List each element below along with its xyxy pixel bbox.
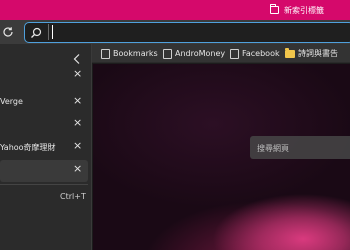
bookmark-label: AndroMoney — [175, 49, 226, 58]
bookmark-label: 詩詞與書告 — [298, 49, 338, 58]
close-icon[interactable]: × — [73, 68, 82, 79]
folder-icon — [285, 47, 295, 58]
bookmark-facebook[interactable]: Facebook — [230, 47, 280, 60]
chevron-left-icon[interactable] — [71, 53, 83, 65]
tab-item[interactable]: Yahoo奇摩理財 × — [0, 137, 88, 159]
tab-item[interactable]: × — [0, 65, 88, 87]
tab-item[interactable]: Verge × — [0, 92, 88, 114]
bookmark-icon — [163, 48, 172, 59]
new-tab-shortcut: Ctrl+T — [60, 192, 86, 201]
bookmark-icon — [230, 48, 239, 59]
close-icon[interactable]: × — [73, 117, 82, 128]
bookmark-label: Facebook — [242, 49, 280, 58]
tab-item-active[interactable]: × — [0, 160, 88, 182]
bookmark-andromoney[interactable]: AndroMoney — [163, 47, 225, 60]
close-icon[interactable]: × — [73, 140, 82, 151]
tab-title: Yahoo奇摩理財 — [0, 143, 56, 152]
new-tab-icon — [270, 4, 279, 14]
tab-title: Verge — [0, 97, 23, 106]
new-tab-label: 新索引標籤 — [284, 5, 324, 15]
web-search-input[interactable]: 搜尋網頁 — [250, 136, 350, 159]
sidebar-divider — [0, 184, 88, 185]
close-icon[interactable]: × — [73, 95, 82, 106]
search-icon — [31, 27, 42, 38]
address-input-caret — [52, 25, 53, 39]
bookmark-icon — [101, 48, 110, 59]
bookmark-folder[interactable]: 詩詞與書告 — [285, 47, 338, 60]
new-tab-button[interactable]: 新索引標籤 — [270, 3, 324, 17]
address-separator — [48, 24, 49, 40]
close-icon[interactable]: × — [73, 163, 82, 174]
bookmark-bookmarks[interactable]: Bookmarks — [101, 47, 158, 60]
bookmark-label: Bookmarks — [113, 49, 158, 58]
tab-item[interactable]: × — [0, 114, 88, 136]
address-bar[interactable] — [24, 22, 350, 43]
refresh-icon[interactable] — [2, 26, 14, 38]
